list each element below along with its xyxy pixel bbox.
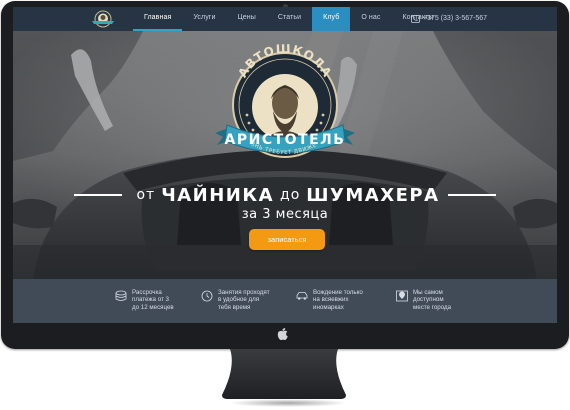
nav-item-club[interactable]: Клуб [312, 7, 351, 31]
signup-button[interactable]: записаться [249, 229, 325, 250]
phone-text: +375 (33) 3-567-567 [423, 15, 488, 22]
headline-left-rule [74, 194, 123, 196]
feature-location: Мы самом доступном месте города [396, 289, 476, 319]
hero-section: АВТОШКОЛА АРИСТОТЕЛЬ ЖИЗНЬ ТРЕБУЕТ ДВИЖЕ… [13, 31, 557, 279]
feature-installments: Рассрочка платежа от 3 до 12 месяцев [115, 289, 195, 319]
site-logo-icon[interactable] [89, 9, 117, 29]
feature-schedule: Занятия проходят в удобное для тебя врем… [201, 289, 281, 319]
phone-icon [411, 15, 420, 23]
stand-shadow [228, 399, 348, 407]
emblem-ribbon-text: АРИСТОТЕЛЬ [225, 132, 346, 148]
features-bar: Рассрочка платежа от 3 до 12 месяцев Зан… [13, 279, 557, 323]
nav-item-articles[interactable]: Статьи [267, 7, 312, 31]
nav-item-services[interactable]: Услуги [182, 7, 226, 31]
top-navbar: Главная Услуги Цены Статьи Клуб О нас Ко… [13, 7, 557, 31]
nav-item-about[interactable]: О нас [350, 7, 391, 31]
nav-item-prices[interactable]: Цены [226, 7, 266, 31]
coin-icon [115, 290, 127, 301]
driving-school-emblem: АВТОШКОЛА АРИСТОТЕЛЬ ЖИЗНЬ ТРЕБУЕТ ДВИЖЕ… [211, 37, 355, 158]
feature-text: Занятия проходят в удобное для тебя врем… [218, 289, 270, 311]
car-icon [296, 292, 308, 300]
headline-to: до [280, 187, 301, 203]
headline-word1: ЧАЙНИКА [161, 184, 275, 206]
website-screen: Главная Услуги Цены Статьи Клуб О нас Ко… [13, 7, 557, 323]
headline-word2: ШУМАХЕРА [306, 184, 440, 206]
feature-text: Рассрочка платежа от 3 до 12 месяцев [132, 289, 174, 311]
hero-subheadline: за 3 месяца [241, 207, 329, 222]
feature-text: Вождение только на всяевжих иномарках [313, 289, 363, 311]
map-pin-icon [396, 290, 408, 302]
feature-text: Мы самом доступном месте города [413, 289, 452, 311]
nav-item-home[interactable]: Главная [133, 7, 183, 31]
headline-from: от [136, 187, 156, 203]
main-menu: Главная Услуги Цены Статьи Клуб О нас Ко… [133, 7, 445, 31]
monitor-frame: Главная Услуги Цены Статьи Клуб О нас Ко… [1, 1, 569, 349]
clock-icon [201, 290, 213, 302]
phone-number[interactable]: +375 (33) 3-567-567 [411, 7, 487, 31]
monitor-stand [222, 349, 346, 399]
feature-cars: Вождение только на всяевжих иномарках [296, 289, 382, 319]
hero-headline: от ЧАЙНИКА до ШУМАХЕРА [13, 183, 557, 207]
headline-right-rule [447, 194, 496, 196]
apple-logo-icon [277, 328, 288, 341]
